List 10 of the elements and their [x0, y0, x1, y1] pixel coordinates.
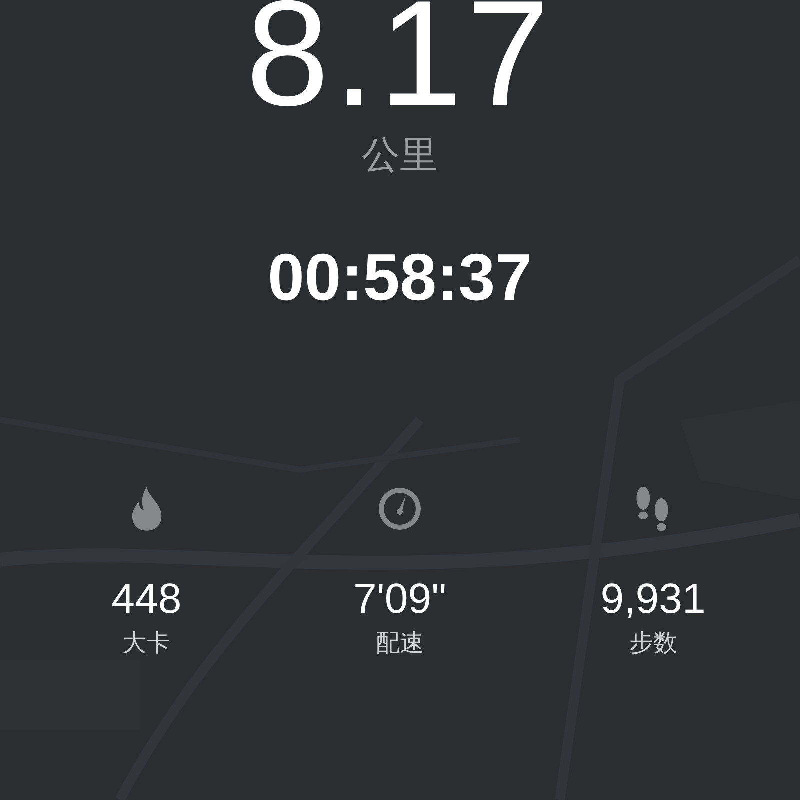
stat-value: 9,931 — [600, 575, 706, 623]
speedometer-icon — [376, 485, 423, 533]
stat-label: 大卡 — [122, 628, 171, 659]
distance-value: 8.17 — [246, 0, 554, 128]
distance-unit: 公里 — [362, 132, 438, 179]
stat-label: 配速 — [376, 628, 424, 659]
duration: 00:58:37 — [268, 239, 532, 315]
stat-label: 步数 — [629, 628, 678, 659]
stat-value: 7'09" — [353, 575, 446, 623]
stat-value: 448 — [112, 575, 182, 623]
